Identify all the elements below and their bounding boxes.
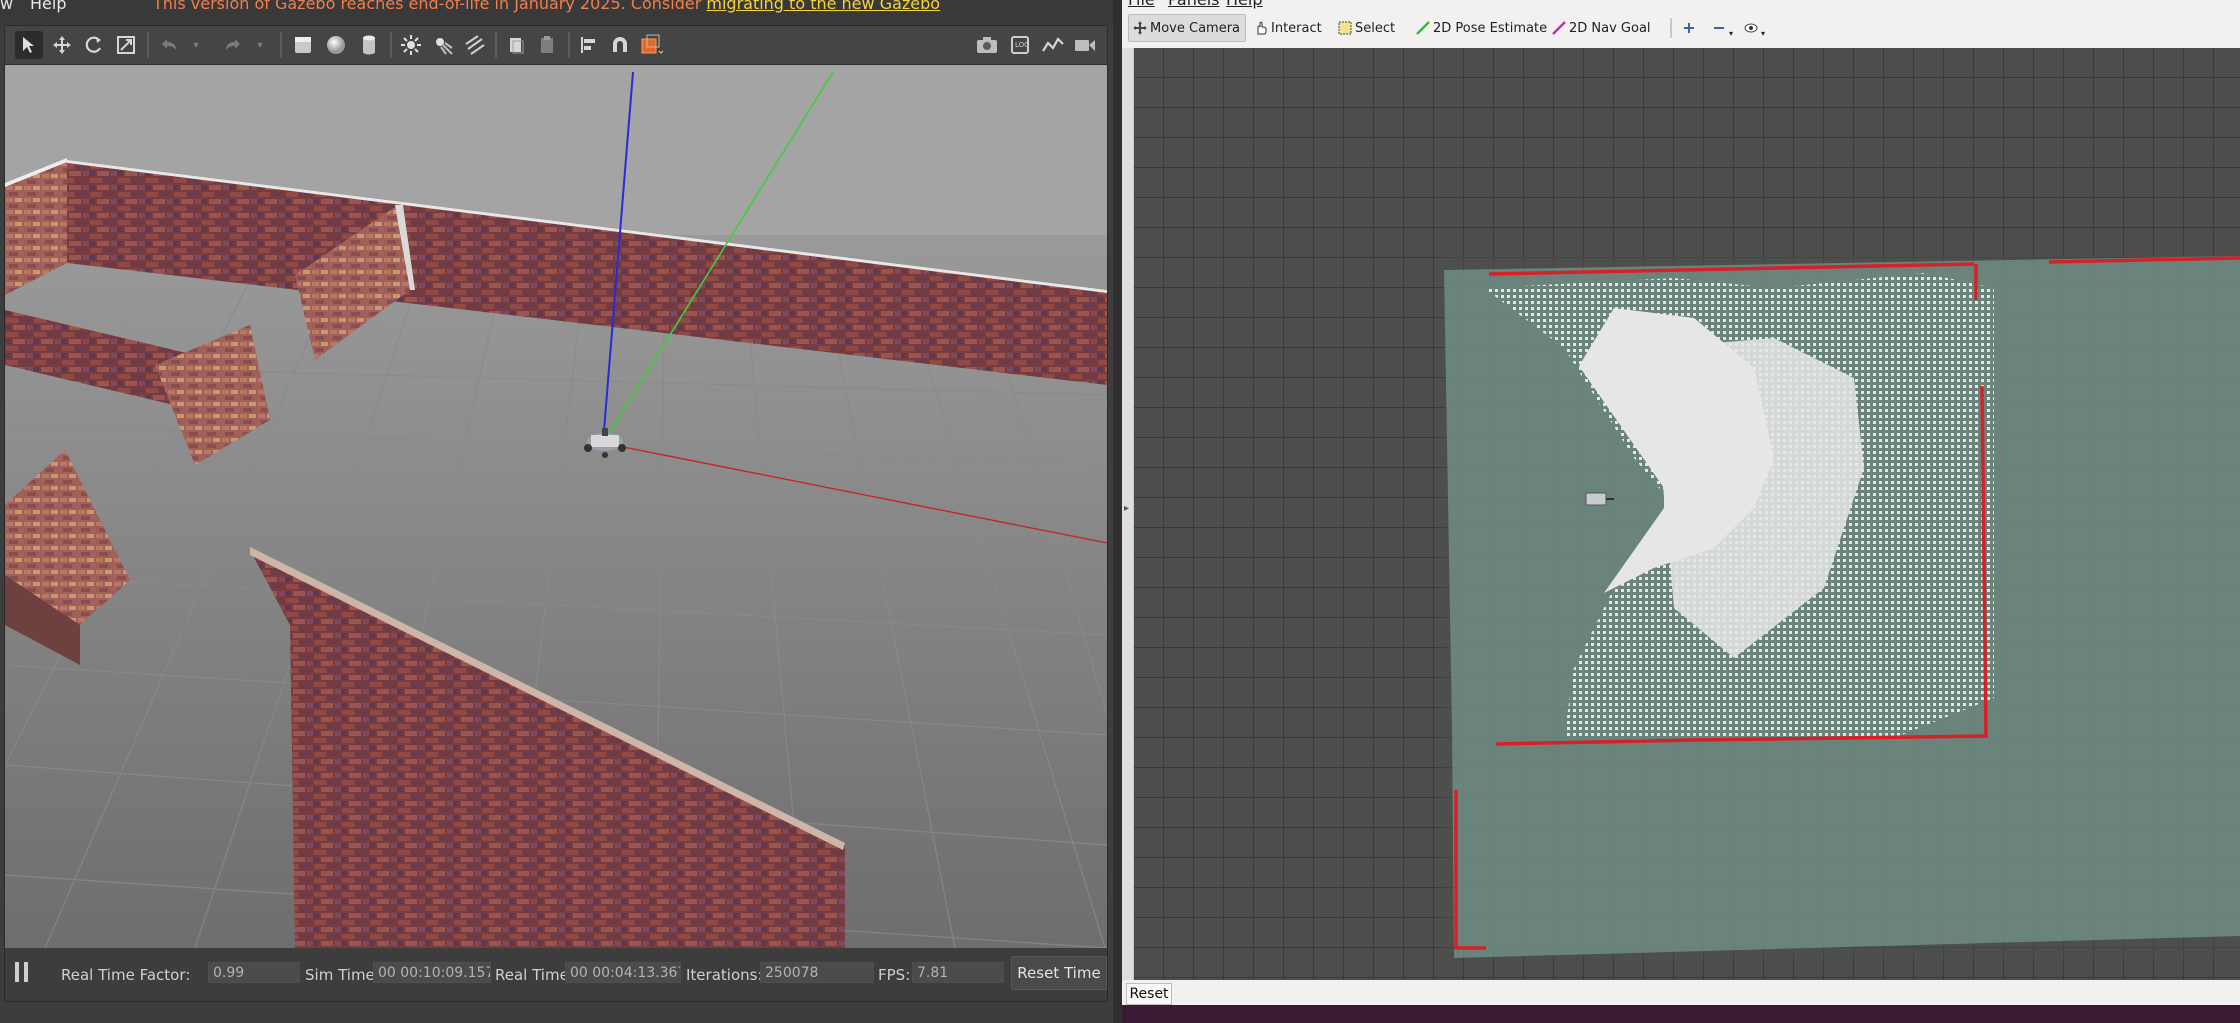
- sim-time-value: 00 00:10:09.157: [373, 962, 491, 983]
- occupancy-map-view: [1134, 48, 2240, 980]
- translate-icon[interactable]: [48, 31, 76, 59]
- gazebo-main-frame: ▾ ▾ LOG Real Time Factor: 0.99 Sim Time:…: [4, 25, 1108, 1002]
- menu-help[interactable]: Help: [1226, 0, 1262, 9]
- pause-icon[interactable]: [15, 962, 31, 984]
- undo-icon[interactable]: [155, 31, 183, 59]
- view-options-button[interactable]: ▾: [1740, 14, 1769, 42]
- add-tool-button[interactable]: [1678, 14, 1703, 42]
- pose-estimate-icon: [1416, 21, 1430, 35]
- pose-estimate-button[interactable]: 2D Pose Estimate: [1412, 14, 1551, 42]
- view-angle-icon[interactable]: [639, 31, 667, 59]
- rviz-panel-collapse-strip[interactable]: ▸: [1122, 48, 1134, 980]
- reset-time-button[interactable]: Reset Time: [1011, 956, 1107, 990]
- select-button[interactable]: Select: [1334, 14, 1399, 42]
- log-icon[interactable]: LOG: [1007, 31, 1035, 59]
- rviz-bottom-bar: Reset: [1122, 980, 2240, 1005]
- select-arrow-icon[interactable]: [15, 31, 43, 59]
- move-camera-label: Move Camera: [1150, 20, 1241, 36]
- redo-icon[interactable]: [219, 31, 247, 59]
- gazebo-menubar: w Help This version of Gazebo reaches en…: [0, 0, 1113, 25]
- rviz-3d-viewport[interactable]: [1134, 48, 2240, 980]
- menu-window[interactable]: w: [0, 0, 13, 13]
- point-light-icon[interactable]: [397, 31, 425, 59]
- directional-light-icon[interactable]: [461, 31, 489, 59]
- view-options-dropdown-icon: ▾: [1761, 28, 1766, 38]
- toolbar-separator: [280, 32, 282, 58]
- interact-button[interactable]: Interact: [1250, 14, 1326, 42]
- remove-tool-dropdown-icon: ▾: [1729, 28, 1734, 38]
- gazebo-statusbar: Real Time Factor: 0.99 Sim Time: 00 00:1…: [5, 948, 1107, 1001]
- fps-label: FPS:: [878, 966, 911, 984]
- migration-link[interactable]: migrating to the new Gazebo: [706, 0, 940, 13]
- view-options-icon: [1744, 21, 1758, 35]
- real-time-factor-label: Real Time Factor:: [61, 966, 191, 984]
- gazebo-toolbar: ▾ ▾ LOG: [5, 26, 1107, 65]
- collapse-arrow-icon[interactable]: ▸: [1124, 503, 1129, 514]
- plot-icon[interactable]: [1039, 31, 1067, 59]
- real-time-factor-value: 0.99: [208, 962, 300, 983]
- select-icon: [1338, 21, 1352, 35]
- screenshot-icon[interactable]: [973, 31, 1001, 59]
- copy-icon[interactable]: [502, 31, 530, 59]
- align-icon[interactable]: [575, 31, 603, 59]
- spot-light-icon[interactable]: [429, 31, 457, 59]
- nav-goal-label: 2D Nav Goal: [1569, 20, 1651, 36]
- redo-dropdown-icon[interactable]: ▾: [253, 31, 267, 59]
- remove-tool-button[interactable]: ▾: [1708, 14, 1737, 42]
- move-camera-button[interactable]: Move Camera: [1128, 14, 1246, 42]
- reset-button[interactable]: Reset: [1126, 983, 1172, 1005]
- gazebo-window: w Help This version of Gazebo reaches en…: [0, 0, 1113, 1023]
- rviz-window: File Panels Help Move Camera Interact Se…: [1122, 0, 2240, 1023]
- select-label: Select: [1355, 20, 1396, 36]
- svg-text:LOG: LOG: [1015, 41, 1030, 49]
- toolbar-separator: [495, 32, 497, 58]
- rotate-icon[interactable]: [80, 31, 108, 59]
- nav-goal-icon: [1552, 21, 1566, 35]
- menu-panels[interactable]: Panels: [1168, 0, 1220, 9]
- add-tool-icon: [1682, 21, 1696, 35]
- toolbar-separator: [568, 32, 570, 58]
- sim-time-label: Sim Time:: [305, 966, 380, 984]
- scale-icon[interactable]: [112, 31, 140, 59]
- menu-file[interactable]: File: [1128, 0, 1155, 9]
- real-time-value: 00 00:04:13.367: [565, 962, 681, 983]
- cylinder-shape-icon[interactable]: [355, 31, 383, 59]
- toolbar-separator: [1670, 18, 1672, 38]
- menu-help[interactable]: Help: [30, 0, 66, 13]
- gazebo-scene: [5, 65, 1107, 948]
- pose-estimate-label: 2D Pose Estimate: [1433, 20, 1548, 36]
- eol-notice-text: This version of Gazebo reaches end-of-li…: [153, 0, 702, 13]
- gazebo-3d-viewport[interactable]: [5, 65, 1107, 948]
- rviz-toolbar: Move Camera Interact Select 2D Pose Esti…: [1122, 10, 2240, 49]
- interact-label: Interact: [1271, 20, 1322, 36]
- iterations-value: 250078: [760, 962, 874, 983]
- iterations-label: Iterations:: [686, 966, 763, 984]
- move-camera-icon: [1133, 21, 1147, 35]
- paste-icon[interactable]: [533, 31, 561, 59]
- sphere-shape-icon[interactable]: [322, 31, 350, 59]
- undo-dropdown-icon[interactable]: ▾: [189, 31, 203, 59]
- remove-tool-icon: [1712, 21, 1726, 35]
- box-shape-icon[interactable]: [289, 31, 317, 59]
- rviz-menubar: File Panels Help: [1122, 0, 2240, 10]
- desktop-background: [1122, 1005, 2240, 1023]
- eol-notice: This version of Gazebo reaches end-of-li…: [153, 0, 940, 13]
- record-video-icon[interactable]: [1071, 31, 1099, 59]
- toolbar-separator: [147, 32, 149, 58]
- fps-value: 7.81: [912, 962, 1004, 983]
- window-splitter[interactable]: [1113, 0, 1122, 1023]
- interact-icon: [1254, 21, 1268, 35]
- snap-magnet-icon[interactable]: [606, 31, 634, 59]
- toolbar-separator: [390, 32, 392, 58]
- nav-goal-button[interactable]: 2D Nav Goal: [1548, 14, 1655, 42]
- real-time-label: Real Time:: [495, 966, 574, 984]
